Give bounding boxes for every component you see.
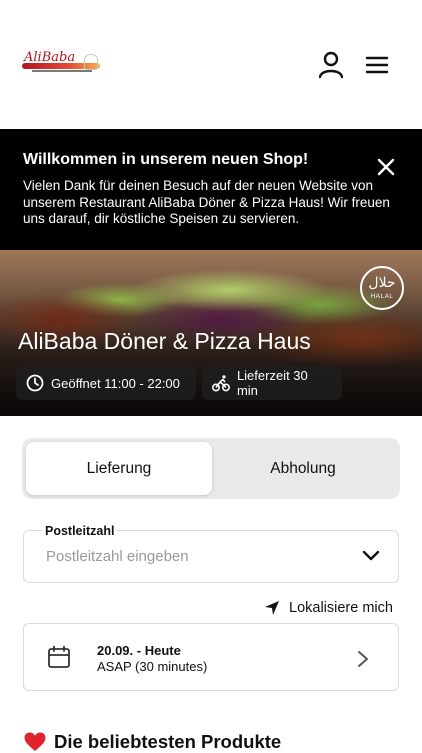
- locate-me-link[interactable]: Lokalisiere mich: [264, 598, 393, 618]
- delivery-option[interactable]: Lieferung: [26, 442, 212, 495]
- location-arrow-icon: [265, 601, 279, 615]
- notice-title: Willkommen in unserem neuen Shop!: [23, 151, 309, 168]
- hamburger-menu-icon: [365, 56, 389, 74]
- hero-banner: حلال HALAL AliBaba Döner & Pizza Haus Ge…: [0, 250, 422, 416]
- halal-badge: حلال HALAL: [360, 266, 404, 310]
- chevron-down-icon[interactable]: [362, 549, 380, 563]
- delivery-time-pill: Lieferzeit 30 min: [202, 366, 342, 400]
- notice-close-button[interactable]: [376, 157, 396, 177]
- schedule-time: ASAP (30 minutes): [97, 659, 208, 674]
- schedule-selector[interactable]: 20.09. - Heute ASAP (30 minutes): [23, 623, 399, 691]
- halal-arabic-text: حلال: [368, 275, 396, 291]
- welcome-notice: Willkommen in unserem neuen Shop! Vielen…: [0, 129, 422, 250]
- opening-hours-pill: Geöffnet 11:00 - 22:00: [16, 366, 196, 400]
- menu-button[interactable]: [364, 54, 390, 76]
- pickup-option[interactable]: Abholung: [210, 442, 396, 495]
- postal-code-input[interactable]: [44, 547, 344, 566]
- delivery-time-text: Lieferzeit 30 min: [236, 368, 308, 398]
- opening-hours-text: Geöffnet 11:00 - 22:00: [51, 375, 180, 391]
- calendar-icon: [48, 645, 70, 668]
- user-icon: [318, 51, 344, 79]
- chevron-right-icon: [358, 651, 368, 667]
- close-icon: [377, 158, 395, 176]
- heart-icon: [24, 732, 46, 751]
- locate-me-label: Lokalisiere mich: [289, 600, 393, 616]
- logo-knife: [32, 70, 92, 72]
- notice-text: Vielen Dank für deinen Besuch auf der ne…: [23, 178, 390, 226]
- schedule-date: 20.09. - Heute: [97, 643, 181, 658]
- halal-latin-text: HALAL: [370, 293, 394, 300]
- top-bar: AliBaba: [0, 0, 422, 130]
- restaurant-logo[interactable]: AliBaba: [22, 50, 102, 78]
- logo-figure: [84, 54, 98, 70]
- restaurant-name: AliBaba Döner & Pizza Haus: [18, 328, 311, 354]
- postal-code-label: Postleitzahl: [43, 524, 117, 538]
- clock-icon: [26, 374, 44, 392]
- account-button[interactable]: [316, 50, 346, 80]
- bicycle-icon: [212, 375, 230, 392]
- order-mode-toggle: Lieferung Abholung: [22, 438, 400, 499]
